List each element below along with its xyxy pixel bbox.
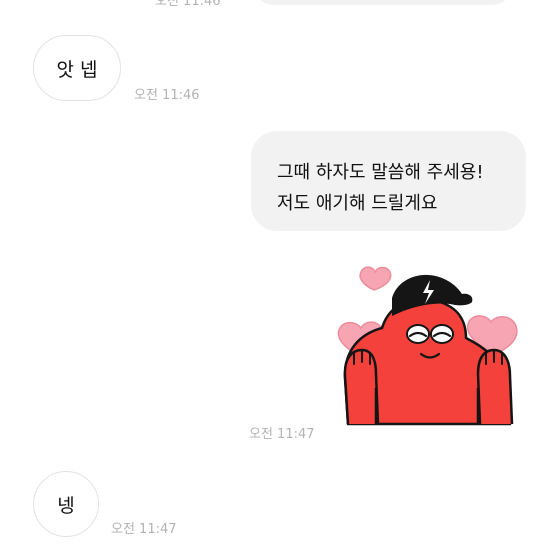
heart-icon [359,266,392,291]
previous-outgoing-bubble[interactable] [252,0,514,5]
incoming-message-bubble[interactable]: 앗 넵 [33,35,121,101]
outgoing-message-bubble[interactable]: 그때 하자도 말씀해 주세용! 저도 애기해 드릴게요 [251,131,526,231]
message-list: 오전 11:46 앗 넵 오전 11:46 그때 하자도 말씀해 주세용! 저도… [0,0,555,555]
incoming-message-bubble[interactable]: 넹 [33,471,99,537]
message-text-line-1: 그때 하자도 말씀해 주세용! [277,162,484,183]
previous-timestamp: 오전 11:46 [155,0,221,9]
red-creature-hearts-sticker[interactable] [330,258,526,434]
message-timestamp: 오전 11:46 [134,88,200,103]
message-text: 넹 [57,494,75,517]
message-timestamp: 오전 11:47 [111,522,177,537]
message-timestamp: 오전 11:47 [249,427,315,442]
message-text-line-2: 저도 애기해 드릴게요 [277,193,438,214]
message-text: 앗 넵 [56,58,98,81]
